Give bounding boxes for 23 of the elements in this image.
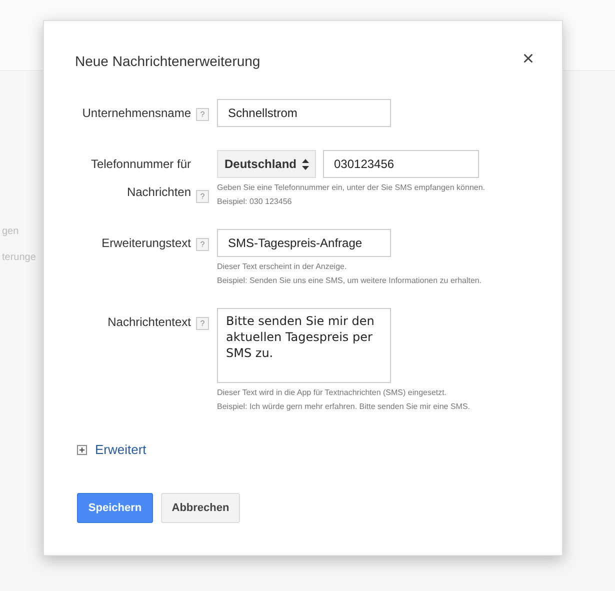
sort-arrows-icon: [302, 158, 308, 170]
hint-text: Beispiel: 030 123456: [217, 197, 293, 206]
hint-text: Dieser Text erscheint in der Anzeige.: [217, 262, 348, 271]
hint-text: Beispiel: Ich würde gern mehr erfahren. Bitte senden Sie mir eine SMS.: [217, 402, 472, 411]
field-label: Telefonnummer für Nachrichten: [90, 156, 191, 201]
close-button[interactable]: ×: [522, 49, 534, 69]
message-field[interactable]: Bitte senden Sie mir den aktuellen Tagespreis per SMS zu.: [217, 308, 391, 383]
text-field[interactable]: SMS-Tagespreis-Anfrage: [217, 229, 391, 257]
hint-text: Beispiel: Senden Sie uns eine SMS, um weitere Informationen zu erhalten.: [217, 276, 483, 285]
dialog-title: Neue Nachrichtenerweiterung: [75, 53, 260, 69]
background-text: gen: [2, 226, 19, 237]
field-label: Nachrichtentext: [108, 315, 191, 329]
field-label: Erweiterungstext: [102, 236, 191, 250]
phone-field[interactable]: 030123456: [323, 150, 479, 178]
field-label: Unternehmensname: [82, 106, 191, 120]
advanced-link[interactable]: Erweitert: [95, 442, 146, 457]
plus-box-icon[interactable]: [77, 444, 87, 454]
cancel-button[interactable]: Abbrechen: [161, 493, 240, 523]
text-field[interactable]: Schnellstrom: [217, 99, 391, 127]
country-select[interactable]: Deutschland: [217, 150, 316, 178]
hint-text: Dieser Text wird in die App für Textnachrichten (SMS) eingesetzt.: [217, 388, 448, 397]
hint-text: Geben Sie eine Telefonnummer ein, unter der Sie SMS empfangen können.: [217, 183, 486, 192]
background-text: terunge: [2, 252, 36, 263]
